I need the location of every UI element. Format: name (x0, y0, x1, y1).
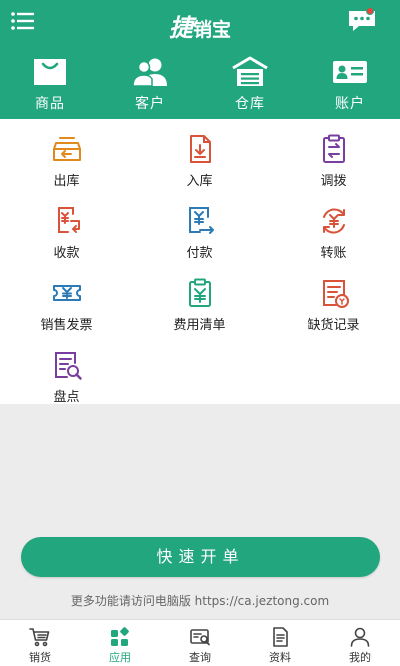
app-header: 捷销宝 商品 客户 仓库 账户 (0, 0, 400, 119)
top-nav-label: 客户 (135, 96, 165, 112)
top-nav-label: 仓库 (235, 96, 265, 112)
app-label: 付款 (186, 246, 213, 261)
brand-mark: 捷 (168, 13, 193, 42)
profile-icon (350, 627, 370, 647)
brand-text: 销宝 (192, 19, 231, 41)
tab-me[interactable]: 我的 (320, 620, 400, 666)
inventory-check-icon (54, 352, 82, 380)
apps-grid: 出库 入库 调拨 收款 付款 转账 销售发票 费用清单 缺货记录 盘点 (0, 119, 400, 405)
message-badge (366, 7, 374, 15)
top-nav-label: 商品 (35, 96, 65, 112)
query-icon (190, 629, 210, 646)
app-stock-out[interactable]: 出库 (0, 119, 133, 189)
warehouse-icon (232, 56, 268, 86)
receive-payment-icon (57, 207, 80, 233)
tab-query[interactable]: 查询 (160, 620, 240, 666)
app-label: 调拨 (320, 174, 347, 189)
tab-label: 资料 (269, 651, 291, 664)
top-nav-customers[interactable]: 客户 (100, 56, 200, 116)
cart-icon (29, 628, 50, 647)
app-transfer-money[interactable]: 转账 (267, 191, 400, 261)
shopping-bag-icon (34, 59, 66, 85)
tab-label: 我的 (349, 651, 371, 664)
app-label: 转账 (320, 246, 347, 261)
top-nav-warehouse[interactable]: 仓库 (200, 56, 300, 116)
top-nav-label: 账户 (335, 96, 365, 112)
transfer-money-icon (322, 208, 345, 234)
app-label: 出库 (53, 174, 80, 189)
app-receive-payment[interactable]: 收款 (0, 191, 133, 261)
bottom-tab-bar: 销货 应用 查询 资料 我的 (0, 619, 400, 666)
app-shortage-record[interactable]: 缺货记录 (267, 263, 400, 333)
app-label: 费用清单 (173, 318, 226, 333)
stock-in-icon (189, 135, 211, 163)
quick-order-button[interactable]: 快速开单 (21, 537, 380, 577)
make-payment-icon (188, 207, 214, 234)
top-nav-accounts[interactable]: 账户 (300, 56, 400, 116)
app-transfer[interactable]: 调拨 (267, 119, 400, 189)
sales-invoice-icon (52, 285, 81, 301)
app-label: 盘点 (53, 390, 80, 405)
app-label: 收款 (53, 246, 80, 261)
app-label: 缺货记录 (307, 318, 360, 333)
app-stock-in[interactable]: 入库 (133, 119, 266, 189)
customers-icon (132, 58, 167, 87)
document-icon (273, 627, 288, 647)
tab-data[interactable]: 资料 (240, 620, 320, 666)
app-label: 销售发票 (40, 318, 93, 333)
brand-logo: 捷销宝 (0, 8, 400, 43)
apps-icon (111, 627, 129, 646)
account-card-icon (333, 61, 367, 83)
top-nav: 商品 客户 仓库 账户 (0, 56, 400, 116)
stock-out-icon (52, 137, 81, 161)
expense-list-icon (188, 278, 211, 307)
tab-label: 查询 (189, 651, 211, 664)
transfer-clipboard-icon (322, 134, 345, 163)
tab-label: 应用 (109, 651, 131, 664)
tab-apps[interactable]: 应用 (80, 620, 160, 666)
shortage-record-icon (322, 280, 349, 308)
tab-label: 销货 (29, 651, 51, 664)
app-sales-invoice[interactable]: 销售发票 (0, 263, 133, 333)
tab-sales[interactable]: 销货 (0, 620, 80, 666)
top-nav-goods[interactable]: 商品 (0, 56, 100, 116)
app-make-payment[interactable]: 付款 (133, 191, 266, 261)
app-inventory-check[interactable]: 盘点 (0, 335, 133, 405)
app-label: 入库 (186, 174, 213, 189)
desktop-version-note: 更多功能请访问电脑版 https://ca.jeztong.com (70, 594, 330, 608)
app-expense-list[interactable]: 费用清单 (133, 263, 266, 333)
